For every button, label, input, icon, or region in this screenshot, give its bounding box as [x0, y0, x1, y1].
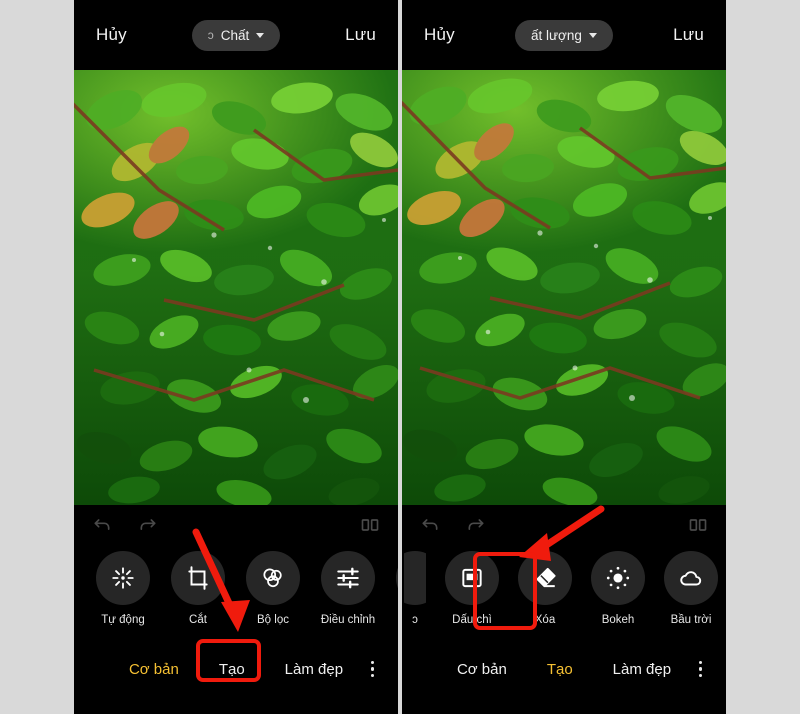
compare-split-icon[interactable]: [360, 515, 380, 535]
tool-circle: [96, 551, 150, 605]
cancel-button-right[interactable]: Hủy: [424, 25, 455, 45]
cancel-button-left[interactable]: Hủy: [96, 25, 127, 45]
editor-top-bar-right: Hủy ất lượng Lưu: [402, 0, 726, 70]
tool-circle: [404, 551, 426, 605]
save-button-left[interactable]: Lưu: [345, 25, 376, 45]
editor-top-bar-left: Hủy ɔ Chất Lưu: [74, 0, 398, 70]
tool-label: Điều chỉnh: [320, 614, 376, 626]
history-bar-left: [74, 505, 398, 545]
nav-tab-co-ban-left[interactable]: Cơ bản: [129, 661, 179, 678]
nav-tab-lam-dep-left[interactable]: Làm đẹp: [285, 661, 343, 678]
tool-circle: [664, 551, 718, 605]
tool-label: ɔ: [412, 614, 418, 626]
tool-circle: [518, 551, 572, 605]
tool-dau-chi[interactable]: Dấu chì: [445, 551, 499, 626]
quality-prefix-left: ɔ: [207, 28, 214, 42]
nav-tab-lam-dep-right[interactable]: Làm đẹp: [613, 661, 671, 678]
quality-dropdown-right[interactable]: ất lượng: [515, 19, 613, 51]
tool-circle: [246, 551, 300, 605]
chevron-down-icon: [588, 32, 597, 38]
tool-label: Bầu trời: [670, 614, 712, 626]
undo-icon[interactable]: [92, 515, 112, 535]
tool-tu-dong[interactable]: Tự động: [96, 551, 150, 626]
nav-tab-tao-left[interactable]: Tạo: [219, 661, 245, 678]
save-button-right[interactable]: Lưu: [673, 25, 704, 45]
tool-bo-loc[interactable]: Bộ lọc: [246, 551, 300, 626]
tool-row-left: Tự động Cắt Bộ lọc Điều chỉnh: [74, 545, 398, 641]
more-vertical-icon[interactable]: [370, 660, 374, 678]
tool-bau-troi[interactable]: Bầu trời: [664, 551, 718, 626]
tool-circle: [591, 551, 645, 605]
tool-label: Dấu chì: [452, 614, 492, 626]
phone-screen-left: Hủy ɔ Chất Lưu Tự động Cắt Bộ lọc Điều c…: [74, 0, 398, 714]
photo-preview-left[interactable]: [74, 70, 398, 505]
tool-label: Cắt: [189, 614, 207, 626]
tool-dieu-chinh[interactable]: Điều chỉnh: [321, 551, 375, 626]
tool-row-right: ɔ Dấu chì Xóa Bokeh Bầu trời: [402, 545, 726, 641]
quality-dropdown-left[interactable]: ɔ Chất: [191, 19, 281, 51]
nav-tab-co-ban-right[interactable]: Cơ bản: [457, 661, 507, 678]
phone-screen-right: Hủy ất lượng Lưu ɔ Dấu chì Xóa Bokeh Bầu…: [402, 0, 726, 714]
tool-circle: [445, 551, 499, 605]
tool-circle: [396, 551, 398, 605]
chevron-down-icon: [256, 32, 265, 38]
screenshot-root: Hủy ɔ Chất Lưu Tự động Cắt Bộ lọc Điều c…: [0, 0, 800, 714]
home-indicator-area-right: [402, 697, 726, 714]
photo-preview-right[interactable]: [402, 70, 726, 505]
tool-cat[interactable]: Cắt: [171, 551, 225, 626]
redo-icon[interactable]: [138, 515, 158, 535]
home-indicator-area-left: [74, 697, 398, 714]
tool-label: Bokeh: [601, 614, 635, 626]
history-bar-right: [402, 505, 726, 545]
tool-label: Xóa: [534, 614, 556, 626]
tool-label: Bộ lọc: [257, 614, 289, 626]
bottom-nav-right: Cơ bản Tạo Làm đẹp: [402, 641, 726, 697]
tool-bokeh[interactable]: Bokeh: [591, 551, 645, 626]
quality-label-left: Chất: [220, 27, 250, 43]
nav-tab-tao-right[interactable]: Tạo: [547, 661, 573, 678]
compare-split-icon[interactable]: [688, 515, 708, 535]
bottom-nav-left: Cơ bản Tạo Làm đẹp: [74, 641, 398, 697]
undo-icon[interactable]: [420, 515, 440, 535]
tool-label: Tự động: [101, 614, 145, 626]
redo-icon[interactable]: [466, 515, 486, 535]
tool-doodle[interactable]: Doodle: [396, 551, 398, 626]
tool-partial-left-edge[interactable]: ɔ: [404, 551, 426, 626]
quality-label-right: ất lượng: [531, 27, 582, 43]
tool-circle: [171, 551, 225, 605]
tool-circle: [321, 551, 375, 605]
more-vertical-icon[interactable]: [698, 660, 702, 678]
tool-xoa[interactable]: Xóa: [518, 551, 572, 626]
